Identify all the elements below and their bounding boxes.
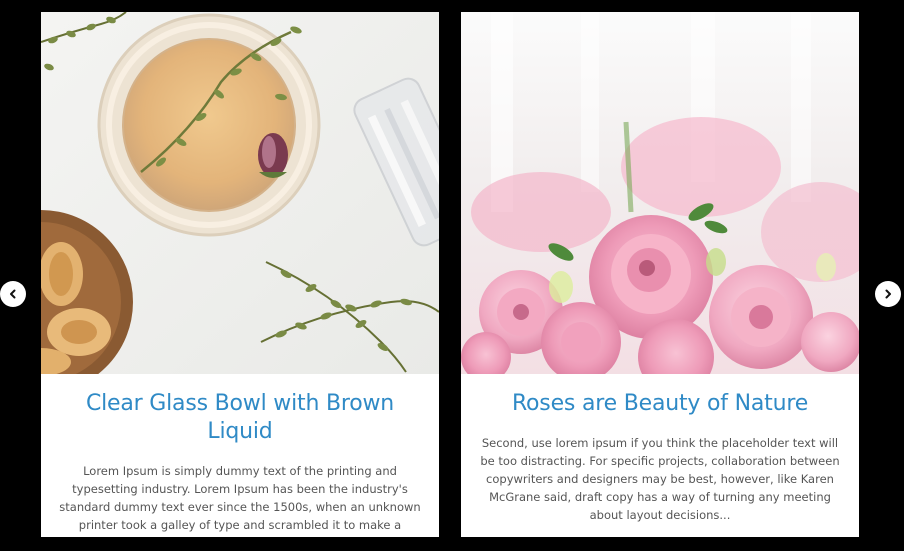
card-excerpt: Second, use lorem ipsum if you think the… xyxy=(480,436,840,522)
carousel-next-button[interactable] xyxy=(875,281,901,307)
post-carousel: Clear Glass Bowl with Brown Liquid Lorem… xyxy=(0,0,904,551)
carousel-prev-button[interactable] xyxy=(0,281,26,307)
tea-with-thyme-photo[interactable] xyxy=(41,12,439,374)
card-title-link[interactable]: Roses are Beauty of Nature xyxy=(479,390,841,418)
card-excerpt: Lorem Ipsum is simply dummy text of the … xyxy=(59,464,421,537)
card-title-link[interactable]: Clear Glass Bowl with Brown Liquid xyxy=(59,390,421,446)
card-body: Clear Glass Bowl with Brown Liquid Lorem… xyxy=(41,374,439,537)
carousel-card: Roses are Beauty of Nature Second, use l… xyxy=(461,12,859,537)
chevron-left-icon xyxy=(10,289,16,299)
chevron-right-icon xyxy=(885,289,891,299)
card-body: Roses are Beauty of Nature Second, use l… xyxy=(461,374,859,537)
carousel-card: Clear Glass Bowl with Brown Liquid Lorem… xyxy=(41,12,439,537)
pink-roses-photo[interactable] xyxy=(461,12,859,374)
